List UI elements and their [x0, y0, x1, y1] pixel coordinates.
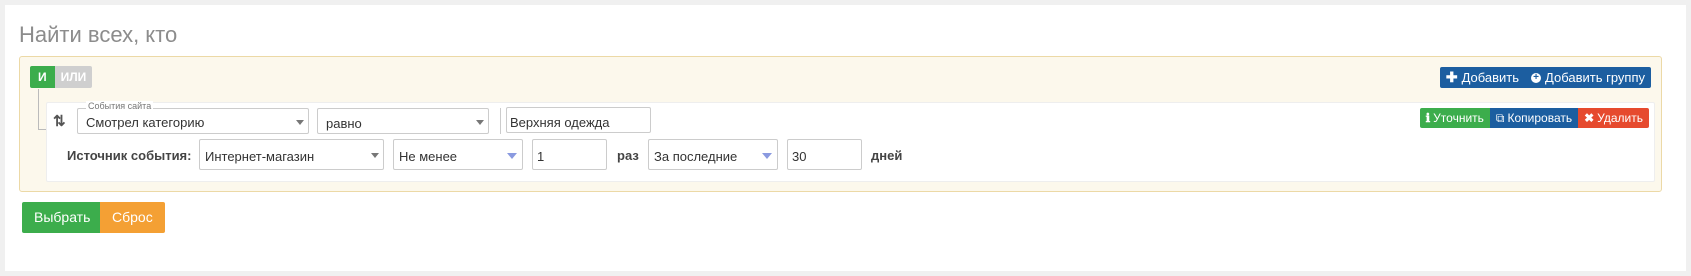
period-input[interactable]: 30: [787, 139, 862, 170]
count-operator-select[interactable]: Не менее: [393, 139, 523, 170]
info-icon: ℹ: [1425, 111, 1431, 125]
logic-or-button[interactable]: ИЛИ: [54, 66, 93, 88]
chevron-down-icon: [476, 120, 484, 125]
count-input[interactable]: 1: [532, 139, 607, 170]
source-select[interactable]: Интернет-магазин: [199, 139, 384, 170]
chevron-down-icon: [507, 153, 517, 159]
event-field-select[interactable]: События сайта Смотрел категорию: [77, 101, 309, 134]
period-operator-select[interactable]: За последние: [648, 139, 778, 170]
refine-button[interactable]: ℹ Уточнить: [1419, 108, 1490, 128]
copy-button[interactable]: ⧉ Копировать: [1489, 108, 1579, 128]
close-icon: ✖: [1584, 111, 1595, 125]
event-field-value: Смотрел категорию: [86, 115, 205, 130]
param-input[interactable]: Верхняя одежда: [506, 107, 651, 133]
operator-select[interactable]: равно: [317, 108, 489, 134]
logic-and-button[interactable]: И: [30, 66, 55, 88]
refine-button-label: Уточнить: [1433, 111, 1484, 125]
source-value: Интернет-магазин: [205, 149, 315, 164]
condition-group: И ИЛИ ✚ Добавить + Добавить группу ⇅ Соб…: [19, 56, 1662, 192]
source-label: Источник события:: [67, 148, 192, 163]
delete-button-label: Удалить: [1597, 111, 1643, 125]
logic-toggle[interactable]: И ИЛИ: [30, 66, 93, 88]
sort-icon[interactable]: ⇅: [53, 112, 66, 130]
count-operator-value: Не менее: [399, 149, 458, 164]
times-label: раз: [617, 148, 639, 163]
param-value: Верхняя одежда: [510, 115, 610, 130]
rule-actions: ℹ Уточнить ⧉ Копировать ✖ Удалить: [1419, 108, 1649, 128]
chevron-down-icon: [296, 120, 304, 125]
count-value: 1: [537, 149, 545, 164]
add-group-button-label: Добавить группу: [1545, 70, 1645, 85]
event-field-legend: События сайта: [86, 101, 154, 111]
add-group-button[interactable]: + Добавить группу: [1525, 67, 1651, 88]
copy-button-label: Копировать: [1507, 111, 1573, 125]
plus-icon: ✚: [1445, 69, 1458, 85]
period-value: 30: [792, 149, 807, 164]
delete-button[interactable]: ✖ Удалить: [1578, 108, 1649, 128]
page-title: Найти всех, кто: [19, 22, 178, 47]
chevron-down-icon: [762, 153, 772, 159]
add-button-label: Добавить: [1461, 70, 1520, 85]
plus-circle-icon: +: [1531, 72, 1542, 83]
copy-icon: ⧉: [1495, 111, 1505, 125]
divider: [500, 108, 501, 134]
period-operator-value: За последние: [654, 149, 738, 164]
days-label: дней: [871, 148, 903, 163]
add-button[interactable]: ✚ Добавить: [1440, 67, 1525, 88]
group-actions: ✚ Добавить + Добавить группу: [1439, 67, 1651, 88]
operator-value: равно: [326, 116, 362, 131]
reset-button[interactable]: Сброс: [100, 202, 165, 233]
select-button[interactable]: Выбрать: [22, 202, 103, 233]
condition-rule: ⇅ События сайта Смотрел категорию равно …: [46, 101, 1655, 182]
chevron-down-icon: [371, 153, 379, 158]
